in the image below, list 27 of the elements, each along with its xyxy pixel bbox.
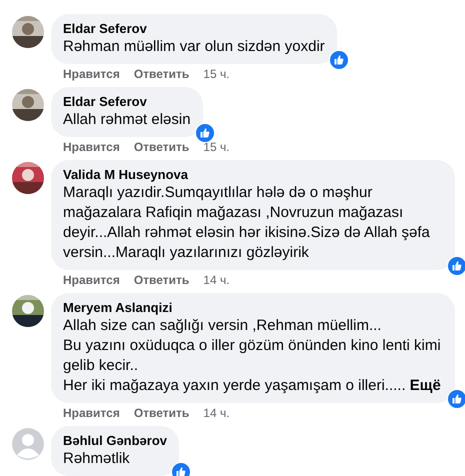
like-reaction-icon[interactable]	[328, 50, 349, 70]
like-reaction-icon[interactable]	[194, 123, 215, 143]
author-name: Eldar Seferov	[63, 21, 148, 37]
author-name: Bəhlul Gənbərov	[63, 433, 168, 449]
comment-text: Maraqlı yazıdir.Sumqayıtlılar hələ də o məşhur mağazalara Rafiqin mağazası ,Novruzun mağazası deyir...Allah rəhmət eləsin hər ikisinə.Sizə də Allah şəfa versin...Maraqlı yazılarınızı gözləyirik	[63, 183, 431, 263]
comment-text: Rəhmətlik	[63, 449, 131, 469]
like-link[interactable]: Нравится	[63, 139, 120, 155]
reply-link[interactable]: Ответить	[134, 272, 190, 288]
like-link[interactable]: Нравится	[63, 66, 120, 82]
timestamp: 15 ч.	[203, 66, 230, 82]
like-link[interactable]: Нравится	[63, 405, 120, 421]
like-reaction-icon[interactable]	[447, 389, 465, 409]
reply-link[interactable]: Ответить	[134, 139, 190, 155]
like-link[interactable]: Нравится	[63, 272, 120, 288]
author-name: Meryem Aslanqizi	[63, 300, 174, 316]
author-name: Eldar Seferov	[63, 94, 148, 110]
timestamp: 15 ч.	[203, 139, 230, 155]
timestamp: 14 ч.	[203, 272, 230, 288]
reply-link[interactable]: Ответить	[134, 66, 190, 82]
comment-text: Allah rəhmət eləsin	[63, 110, 191, 130]
reply-link[interactable]: Ответить	[134, 405, 190, 421]
comment-text: Allah size can sağlığı versin ,Rehman müellim... Bu yazını oxüduqca o iller gözüm önünden kino lenti kimi gelib kecir.. Her iki mağazaya yaxın yerde yaşamışam o illeri..... Ещё	[63, 316, 442, 396]
author-name: Valida M Huseynova	[63, 167, 189, 183]
timestamp: 14 ч.	[203, 405, 230, 421]
comment-text: Rəhman müəllim var olun sizdən yoxdir	[63, 37, 325, 57]
like-reaction-icon[interactable]	[171, 462, 192, 476]
like-reaction-icon[interactable]	[447, 256, 465, 276]
